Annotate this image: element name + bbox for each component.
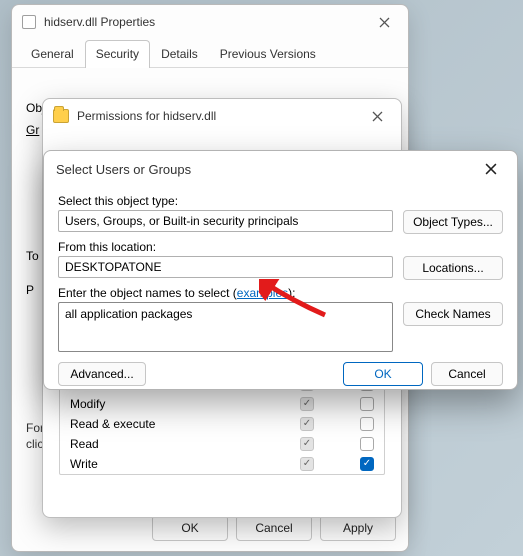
tab-general[interactable]: General (20, 40, 85, 68)
location-field: DESKTOPATONE (58, 256, 393, 278)
to-label-fragment: To (26, 249, 39, 263)
cancel-button[interactable]: Cancel (236, 515, 312, 541)
ok-button[interactable]: OK (152, 515, 228, 541)
properties-title: hidserv.dll Properties (44, 15, 370, 29)
allow-checkbox[interactable]: ✓ (300, 457, 314, 471)
enter-names-pre: Enter the object names to select ( (58, 286, 237, 300)
file-icon (22, 15, 36, 29)
object-type-field: Users, Groups, or Built-in security prin… (58, 210, 393, 232)
location-value: DESKTOPATONE (65, 260, 161, 274)
perm-row-label: Read (70, 437, 300, 451)
allow-checkbox[interactable]: ✓ (300, 417, 314, 431)
allow-checkbox[interactable]: ✓ (300, 397, 314, 411)
permissions-label-fragment: P (26, 283, 34, 297)
apply-button[interactable]: Apply (320, 515, 396, 541)
groups-label-fragment: Gr (26, 123, 39, 137)
perm-row-label: Read & execute (70, 417, 300, 431)
object-names-input[interactable]: all application packages (58, 302, 393, 352)
cancel-button[interactable]: Cancel (431, 362, 503, 386)
tab-security[interactable]: Security (85, 40, 150, 68)
location-label: From this location: (58, 240, 503, 254)
deny-checkbox[interactable] (360, 397, 374, 411)
check-names-button[interactable]: Check Names (403, 302, 503, 326)
object-types-button[interactable]: Object Types... (403, 210, 503, 234)
close-icon[interactable] (477, 159, 505, 179)
properties-tabs: General Security Details Previous Versio… (12, 39, 408, 68)
allow-checkbox[interactable]: ✓ (300, 437, 314, 451)
select-title: Select Users or Groups (56, 162, 477, 177)
ok-button[interactable]: OK (343, 362, 423, 386)
perm-row: Read & execute ✓ (60, 414, 384, 434)
perm-row: Write ✓ ✓ (60, 454, 384, 474)
deny-checkbox[interactable] (360, 417, 374, 431)
permissions-title: Permissions for hidserv.dll (77, 109, 363, 123)
enter-names-post: ): (288, 286, 295, 300)
locations-button[interactable]: Locations... (403, 256, 503, 280)
select-titlebar[interactable]: Select Users or Groups (44, 151, 517, 187)
perm-row-label: Modify (70, 397, 300, 411)
permissions-titlebar[interactable]: Permissions for hidserv.dll (43, 99, 401, 133)
object-type-label: Select this object type: (58, 194, 503, 208)
properties-action-row: OK Cancel Apply (152, 515, 396, 541)
object-type-value: Users, Groups, or Built-in security prin… (65, 214, 298, 228)
close-icon[interactable] (363, 106, 391, 126)
enter-names-label: Enter the object names to select (exampl… (58, 286, 503, 300)
deny-checkbox[interactable] (360, 437, 374, 451)
deny-checkbox[interactable]: ✓ (360, 457, 374, 471)
perm-row-label: Write (70, 457, 300, 471)
advanced-button[interactable]: Advanced... (58, 362, 146, 386)
examples-link[interactable]: examples (237, 286, 288, 300)
folder-icon (53, 109, 69, 123)
select-users-dialog: Select Users or Groups Select this objec… (43, 150, 518, 390)
tab-previous-versions[interactable]: Previous Versions (209, 40, 327, 68)
close-icon[interactable] (370, 12, 398, 32)
tab-details[interactable]: Details (150, 40, 209, 68)
perm-row: Read ✓ (60, 434, 384, 454)
properties-titlebar[interactable]: hidserv.dll Properties (12, 5, 408, 39)
